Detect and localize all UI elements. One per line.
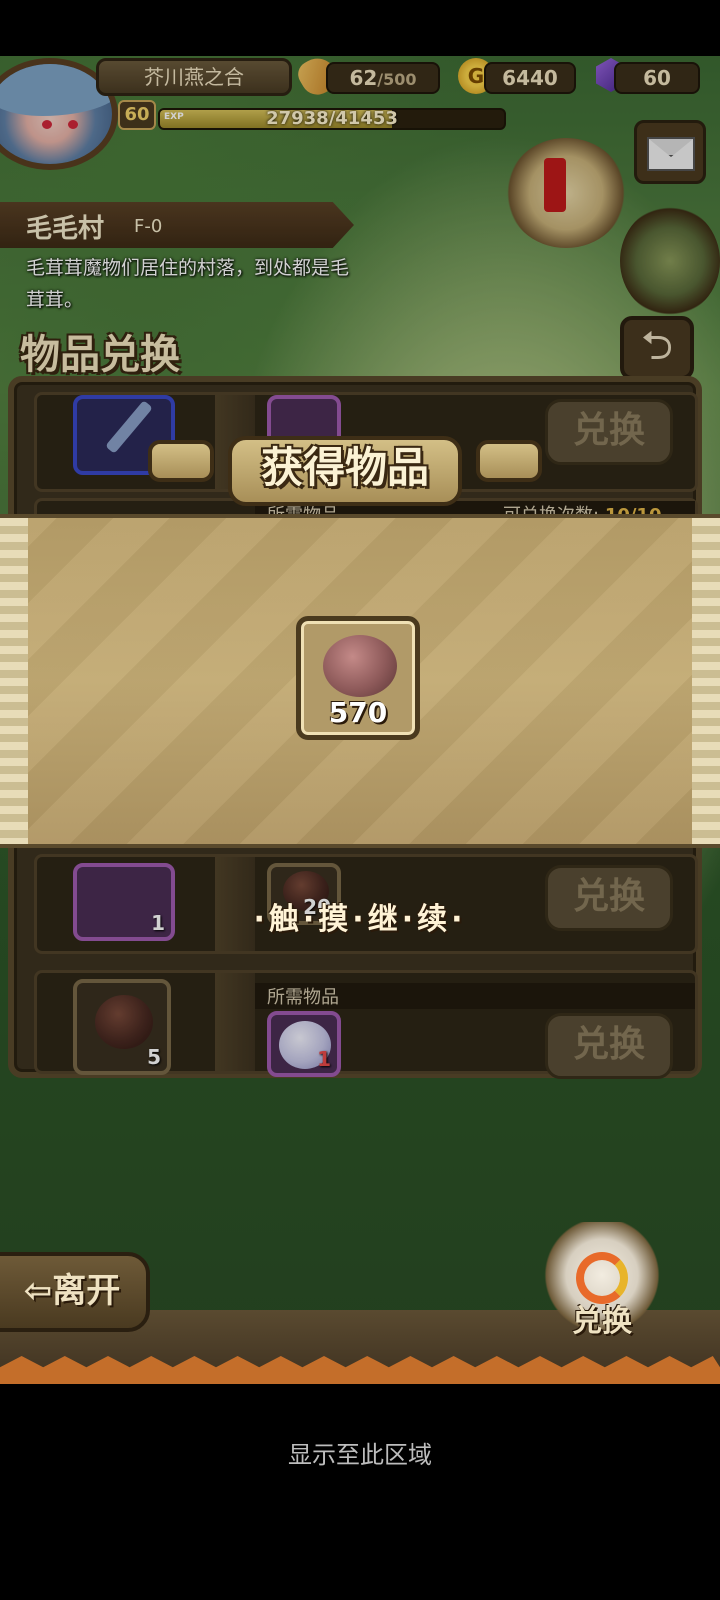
- display-area-hint: 显示至此区域: [288, 1442, 432, 1469]
- title-ornament-left: [148, 440, 214, 482]
- status-bar-area: [0, 0, 720, 56]
- system-hint-area: [0, 1384, 720, 1600]
- touch-to-continue[interactable]: ·触·摸·继·续·: [0, 894, 720, 938]
- exchange-bag-label[interactable]: 兑换: [540, 1296, 664, 1340]
- title-ornament-right: [476, 440, 542, 482]
- reward-item-quantity: 570: [328, 696, 388, 729]
- game-screen: 芥川燕之合 60 EXP 27938/41453 62/500 G 6440 6…: [0, 56, 720, 1384]
- reward-title: 获得物品: [260, 443, 429, 492]
- pink-fur-icon: [323, 635, 397, 697]
- reward-item-slot[interactable]: 570: [296, 616, 420, 740]
- leave-button[interactable]: ⇦离开: [0, 1252, 150, 1332]
